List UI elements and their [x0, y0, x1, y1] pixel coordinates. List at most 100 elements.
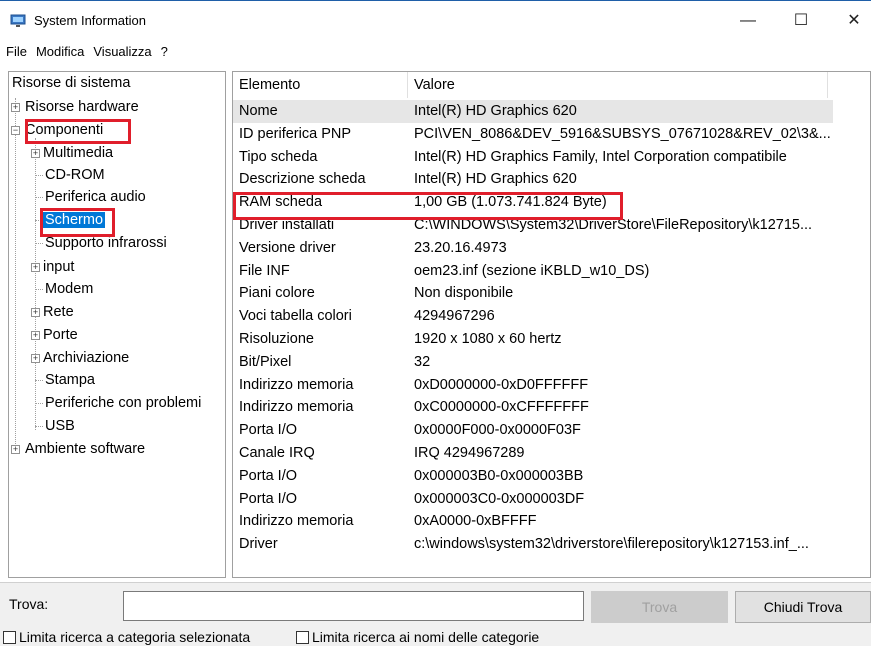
cell-elemento: Indirizzo memoria	[239, 376, 354, 393]
tree-item-archiviazione[interactable]: Archiviazione	[43, 347, 129, 369]
menu-help[interactable]: ?	[155, 40, 171, 59]
cell-elemento: Porta I/O	[239, 467, 298, 484]
cell-valore: Intel(R) HD Graphics Family, Intel Corpo…	[414, 148, 787, 165]
cell-valore: 0x000003B0-0x000003BB	[414, 467, 584, 484]
tree-item-modem[interactable]: Modem	[45, 278, 93, 300]
tree-item-stampa[interactable]: Stampa	[45, 369, 95, 391]
column-header-valore[interactable]: Valore	[408, 72, 828, 98]
tree-connector	[35, 403, 43, 404]
column-header-elemento[interactable]: Elemento	[233, 72, 408, 98]
table-row[interactable]: Voci tabella colori 4294967296	[233, 305, 833, 328]
cell-valore: 0xC0000000-0xCFFFFFFF	[414, 399, 589, 416]
tree-item-ambiente-software[interactable]: Ambiente software	[25, 438, 145, 460]
tree-connector	[35, 426, 43, 427]
cell-elemento: Tipo scheda	[239, 148, 318, 165]
checkbox-limit-category[interactable]	[3, 631, 16, 644]
close-find-button[interactable]: Chiudi Trova	[735, 591, 871, 623]
cell-elemento: Indirizzo memoria	[239, 513, 354, 530]
cell-valore: 32	[414, 353, 431, 370]
cell-elemento: ID periferica PNP	[239, 125, 352, 142]
find-button[interactable]: Trova	[591, 591, 728, 623]
table-row[interactable]: Indirizzo memoria 0xA0000-0xBFFFF	[233, 510, 833, 533]
cell-valore: oem23.inf (sezione iKBLD_w10_DS)	[414, 262, 650, 279]
table-row[interactable]: File INF oem23.inf (sezione iKBLD_w10_DS)	[233, 260, 833, 283]
cell-elemento: Canale IRQ	[239, 445, 315, 461]
find-input[interactable]	[123, 591, 584, 621]
tree-item-cd-rom[interactable]: CD-ROM	[45, 164, 105, 186]
table-row[interactable]: Indirizzo memoria 0xC0000000-0xCFFFFFFF	[233, 396, 833, 419]
cell-valore: 4294967296	[414, 308, 495, 325]
minimize-button[interactable]: —	[725, 1, 771, 41]
tree-root[interactable]: Risorse di sistema	[12, 72, 130, 94]
cell-elemento: Descrizione scheda	[239, 171, 366, 188]
category-tree[interactable]: Risorse di sistema + Risorse hardware − …	[8, 71, 226, 578]
cell-elemento: Versione driver	[239, 239, 336, 256]
tree-item-rete[interactable]: Rete	[43, 301, 74, 323]
table-row[interactable]: Nome Intel(R) HD Graphics 620	[233, 100, 833, 123]
cell-valore: IRQ 4294967289	[414, 445, 525, 461]
menu-bar: File Modifica Visualizza?	[0, 40, 871, 64]
tree-connector	[35, 197, 43, 198]
tree-item-periferica-audio[interactable]: Periferica audio	[45, 186, 146, 208]
cell-elemento: Piani colore	[239, 285, 315, 302]
find-label: Trova:	[9, 596, 49, 612]
cell-elemento: Voci tabella colori	[239, 308, 352, 325]
expand-icon[interactable]: +	[11, 445, 20, 454]
expand-icon[interactable]: +	[11, 103, 20, 112]
option-limit-category[interactable]: Limita ricerca a categoria selezionata	[3, 627, 250, 646]
table-row[interactable]: Tipo scheda Intel(R) HD Graphics Family, …	[233, 146, 833, 169]
menu-file[interactable]: File	[0, 40, 30, 59]
table-row[interactable]: Descrizione scheda Intel(R) HD Graphics 6…	[233, 168, 833, 191]
table-row[interactable]: ID periferica PNP PCI\VEN_8086&DEV_5916&S…	[233, 123, 833, 146]
tree-item-usb[interactable]: USB	[45, 415, 75, 437]
collapse-icon[interactable]: −	[11, 126, 20, 135]
tree-item-porte[interactable]: Porte	[43, 324, 78, 346]
checkbox-limit-names[interactable]	[296, 631, 309, 644]
cell-valore: Intel(R) HD Graphics 620	[414, 103, 577, 119]
table-row[interactable]: Bit/Pixel 32	[233, 351, 833, 374]
cell-elemento: Porta I/O	[239, 422, 298, 439]
menu-modifica[interactable]: Modifica	[30, 40, 87, 59]
option-limit-names[interactable]: Limita ricerca ai nomi delle categorie	[296, 627, 539, 646]
tree-item-input[interactable]: input	[43, 256, 74, 278]
tree-connector	[35, 289, 43, 290]
details-list[interactable]: Elemento Valore Nome Intel(R) HD Graphics…	[232, 71, 871, 578]
expand-icon[interactable]: +	[31, 354, 40, 363]
cell-elemento: Indirizzo memoria	[239, 399, 354, 416]
table-row[interactable]: Piani colore Non disponibile	[233, 282, 833, 305]
table-row[interactable]: Driver c:\windows\system32\driverstore\fi…	[233, 533, 833, 556]
cell-valore: c:\windows\system32\driverstore\filerepo…	[414, 536, 809, 553]
tree-item-periferiche-con-problemi[interactable]: Periferiche con problemi	[45, 392, 201, 414]
cell-valore: Intel(R) HD Graphics 620	[414, 171, 577, 188]
cell-valore: 1920 x 1080 x 60 hertz	[414, 331, 562, 347]
table-row[interactable]: Versione driver 23.20.16.4973	[233, 237, 833, 260]
menu-visualizza[interactable]: Visualizza	[87, 40, 154, 59]
table-row[interactable]: Canale IRQ IRQ 4294967289	[233, 442, 833, 465]
tree-connector	[15, 98, 16, 450]
cell-elemento: Risoluzione	[239, 331, 314, 347]
expand-icon[interactable]: +	[31, 263, 40, 272]
annotation-box-ram-scheda	[233, 192, 623, 220]
annotation-box-schermo	[40, 208, 115, 237]
cell-valore: 0xA0000-0xBFFFF	[414, 513, 537, 530]
close-button[interactable]: ✕	[831, 1, 871, 41]
table-row[interactable]: Porta I/O 0x000003B0-0x000003BB	[233, 465, 833, 488]
cell-valore: PCI\VEN_8086&DEV_5916&SUBSYS_07671028&RE…	[414, 125, 831, 142]
cell-valore: 0x000003C0-0x000003DF	[414, 490, 585, 507]
table-row[interactable]: Porta I/O 0x0000F000-0x0000F03F	[233, 419, 833, 442]
maximize-button[interactable]: ☐	[778, 1, 824, 41]
tree-connector	[35, 175, 43, 176]
expand-icon[interactable]: +	[31, 308, 40, 317]
table-row[interactable]: Porta I/O 0x000003C0-0x000003DF	[233, 488, 833, 511]
table-row[interactable]: Indirizzo memoria 0xD0000000-0xD0FFFFFF	[233, 374, 833, 397]
tree-item-risorse-hardware[interactable]: Risorse hardware	[25, 96, 139, 118]
tree-connector	[35, 138, 36, 430]
cell-elemento: Nome	[239, 103, 278, 119]
cell-valore: Non disponibile	[414, 285, 514, 302]
expand-icon[interactable]: +	[31, 149, 40, 158]
expand-icon[interactable]: +	[31, 331, 40, 340]
tree-item-multimedia[interactable]: Multimedia	[43, 142, 113, 164]
table-row[interactable]: Risoluzione 1920 x 1080 x 60 hertz	[233, 328, 833, 351]
tree-connector	[35, 380, 43, 381]
cell-elemento: File INF	[239, 262, 290, 279]
